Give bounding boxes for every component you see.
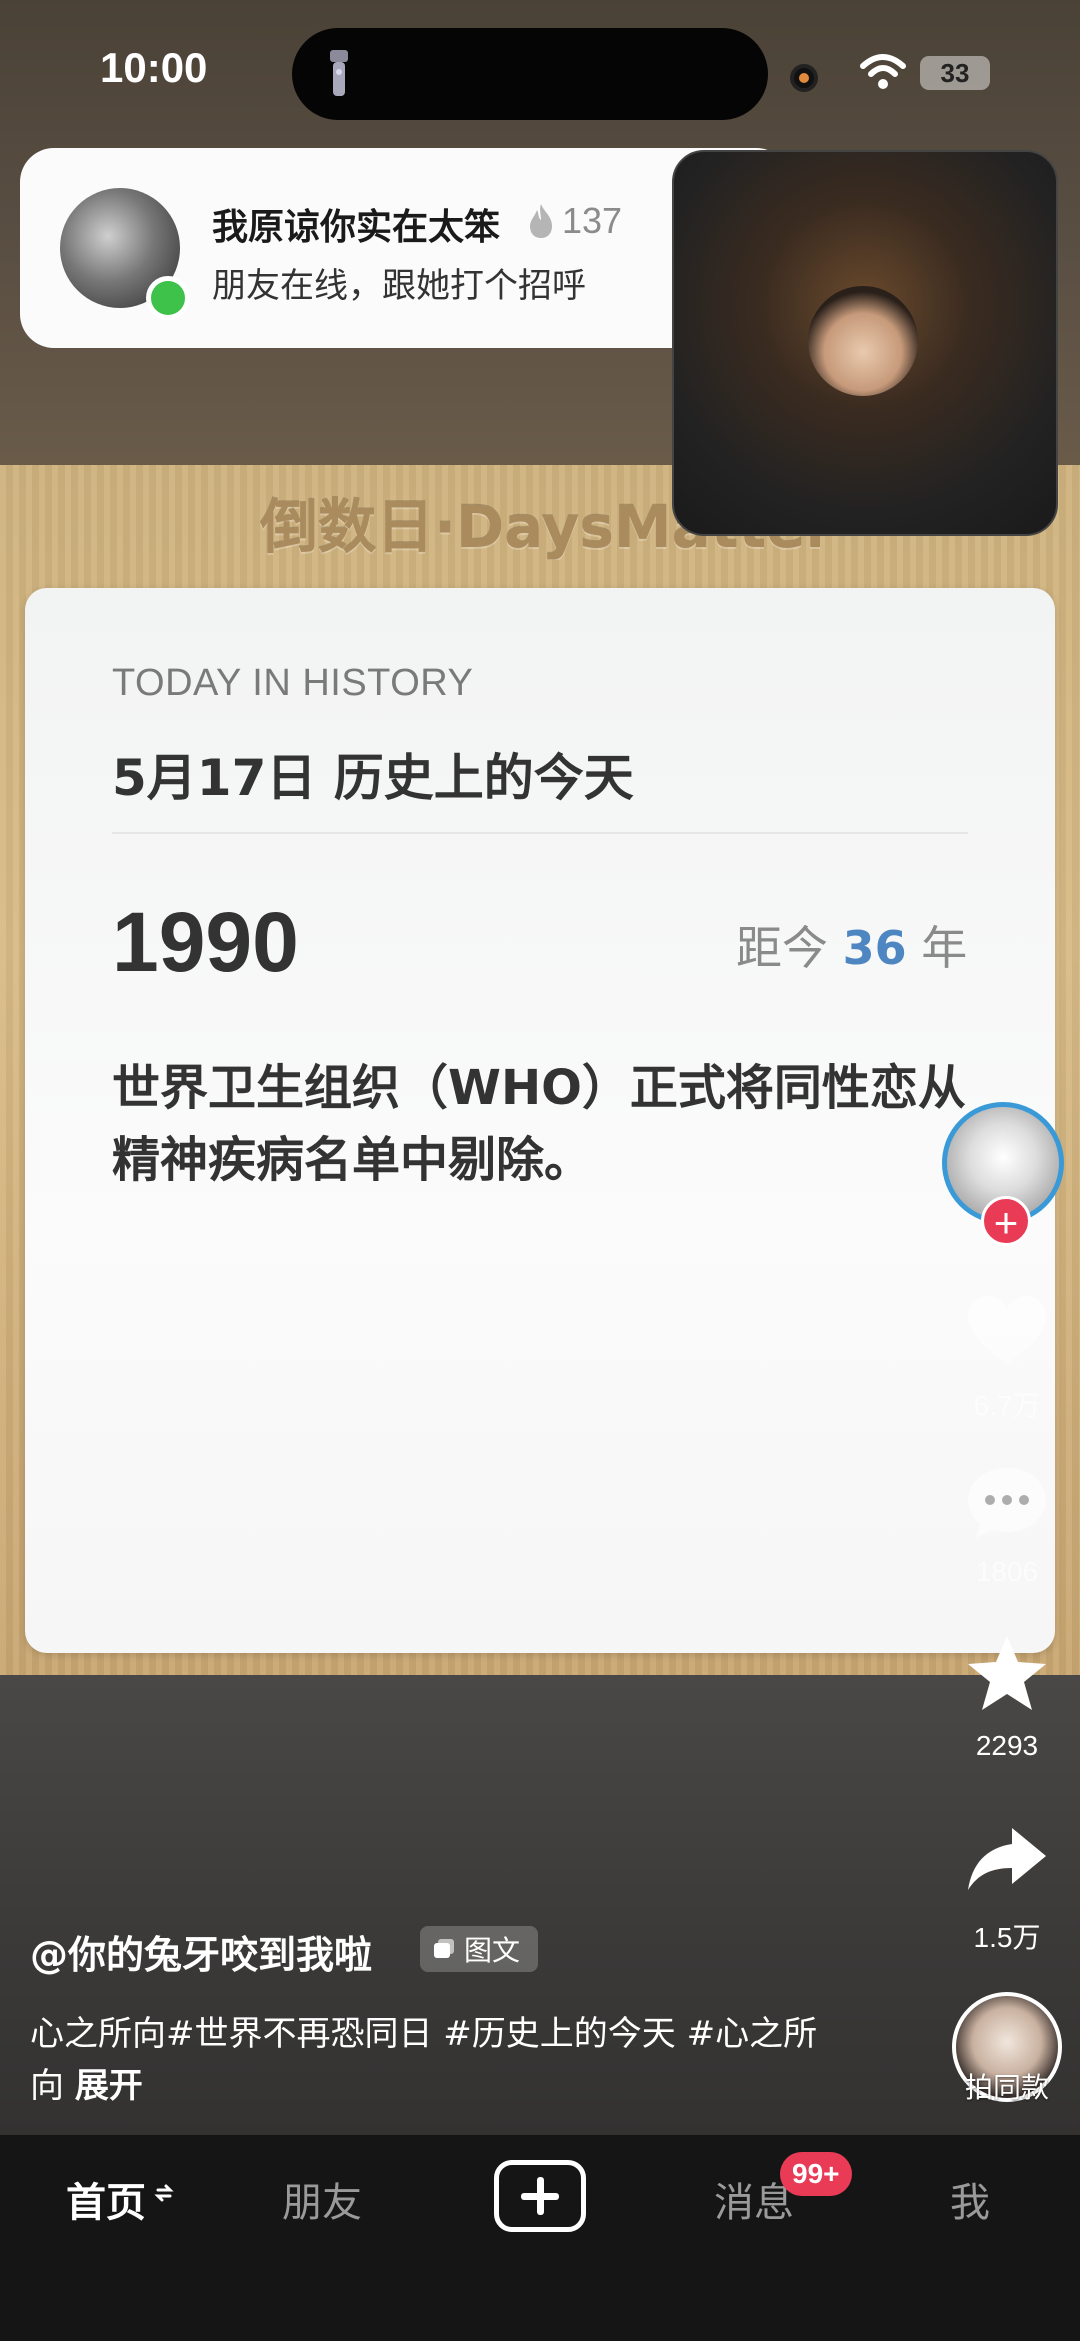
- event-description: 世界卫生组织（WHO）正式将同性恋从精神疾病名单中剔除。: [112, 1060, 966, 1188]
- card-subtitle: TODAY IN HISTORY: [112, 662, 474, 704]
- years-ago-prefix: 距今: [736, 921, 828, 975]
- battery-indicator: 33: [920, 56, 990, 90]
- camera-indicator: [790, 64, 818, 92]
- pip-user-avatar: [808, 286, 918, 396]
- follow-button[interactable]: +: [981, 1196, 1031, 1246]
- event-year: 1990: [112, 895, 299, 989]
- streak-count: 137: [562, 200, 623, 241]
- share-icon[interactable]: [962, 1820, 1052, 1900]
- image-text-tag[interactable]: 图文: [420, 1926, 539, 1972]
- messages-badge: 99+: [780, 2152, 852, 2196]
- card-title: 5月17日 历史上的今天: [112, 749, 634, 807]
- video-description: 心之所向#世界不再恐同日 #历史上的今天 #心之所向 展开: [30, 2008, 850, 2112]
- flashlight-icon: [330, 50, 348, 96]
- online-status-dot: [146, 276, 190, 320]
- wifi-icon: [860, 54, 906, 89]
- flame-icon: [530, 204, 552, 238]
- likes-count: 6.7万: [973, 1390, 1041, 1421]
- years-ago-number: 36: [842, 921, 907, 975]
- plus-icon-v: [537, 2177, 544, 2215]
- years-ago: 距今 36 年: [736, 912, 967, 978]
- comment-icon[interactable]: [962, 1462, 1052, 1542]
- friend-name: 我原谅你实在太笨: [212, 207, 501, 248]
- shares-count: 1.5万: [973, 1922, 1041, 1953]
- card-divider: [112, 832, 968, 834]
- expand-link[interactable]: 展开: [75, 2066, 143, 2106]
- tab-home[interactable]: 首页: [66, 2170, 146, 2228]
- description-text[interactable]: 心之所向#世界不再恐同日 #历史上的今天 #心之所向: [30, 2014, 817, 2106]
- status-time: 10:00: [100, 44, 208, 91]
- comments-count: 1806: [975, 1556, 1039, 1587]
- years-ago-suffix: 年: [921, 921, 968, 975]
- image-text-label: 图文: [464, 1934, 521, 1967]
- same-style-label[interactable]: 拍同款: [940, 2066, 1074, 2106]
- heart-icon[interactable]: [962, 1290, 1052, 1370]
- add-post-button[interactable]: [494, 2160, 586, 2232]
- favorites-count: 2293: [975, 1730, 1039, 1761]
- notification-message: 朋友在线，跟她打个招呼: [212, 266, 586, 306]
- gallery-icon: [434, 1939, 454, 1958]
- star-icon[interactable]: [962, 1634, 1052, 1714]
- dynamic-island: [292, 28, 768, 120]
- tab-friends[interactable]: 朋友: [282, 2170, 362, 2228]
- switch-arrows-icon[interactable]: [154, 2180, 174, 2206]
- tab-me[interactable]: 我: [950, 2170, 990, 2228]
- author-handle[interactable]: @你的兔牙咬到我啦: [30, 1924, 372, 1979]
